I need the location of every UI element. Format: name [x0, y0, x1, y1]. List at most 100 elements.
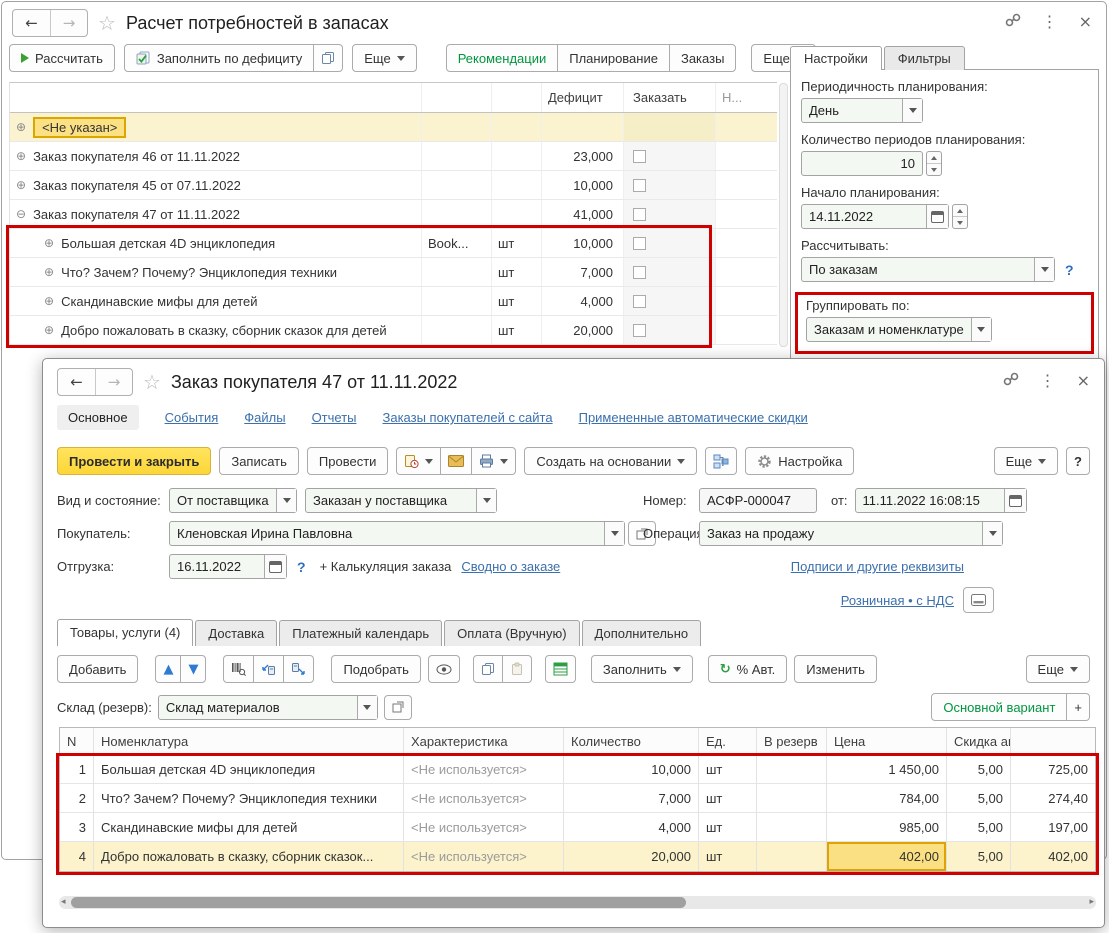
expand-icon[interactable]: ⊕	[44, 294, 54, 308]
barcode-scan-button[interactable]	[223, 655, 254, 683]
structure-report-button[interactable]	[705, 447, 737, 475]
period-count-stepper[interactable]	[926, 151, 942, 176]
add-variant-button[interactable]: +	[1066, 693, 1090, 721]
post-button[interactable]: Провести	[307, 447, 389, 475]
order-summary-link[interactable]: Сводно о заказе	[461, 559, 560, 574]
expand-icon[interactable]: ⊕	[44, 236, 54, 250]
forward-button[interactable]: →	[95, 369, 132, 395]
expand-icon[interactable]: ⊕	[44, 265, 54, 279]
order-calculation-expander[interactable]: + Калькуляция заказа	[320, 559, 452, 574]
column-reserve[interactable]: В резерв	[757, 728, 827, 754]
expand-icon[interactable]: ⊕	[44, 323, 54, 337]
shipment-date-input[interactable]: 16.11.2022	[169, 554, 287, 579]
chevron-down-icon[interactable]	[476, 489, 496, 512]
selected-cell[interactable]: 402,00	[827, 842, 947, 871]
price-type-link[interactable]: Розничная • с НДС	[841, 593, 954, 608]
table-row[interactable]: ⊕Заказ покупателя 45 от 07.11.2022 10,00…	[10, 171, 777, 200]
table-row[interactable]: 1 Большая детская 4D энциклопедия <Не ис…	[60, 755, 1095, 784]
fill-menu-button[interactable]: Заполнить	[591, 655, 693, 683]
tab-goods-services[interactable]: Товары, услуги (4)	[57, 619, 193, 646]
more-button[interactable]: Еще	[994, 447, 1058, 475]
settings-button[interactable]: Настройка	[745, 447, 854, 475]
nav-site-orders[interactable]: Заказы покупателей с сайта	[383, 410, 553, 425]
paste-rows-button[interactable]	[502, 655, 532, 683]
create-based-on-button[interactable]: Создать на основании	[524, 447, 697, 475]
get-link-icon[interactable]	[1003, 371, 1019, 391]
start-date-input[interactable]: 14.11.2022	[801, 204, 949, 229]
view-tab-orders[interactable]: Заказы	[669, 44, 736, 72]
favorite-star-icon[interactable]: ☆	[143, 372, 161, 392]
collapse-icon[interactable]: ⊖	[16, 207, 26, 221]
column-nomenclature[interactable]: Номенклатура	[94, 728, 404, 754]
auto-discount-button[interactable]: ↻% Авт.	[708, 655, 788, 683]
table-row[interactable]: ⊕Скандинавские мифы для детей шт 4,000	[10, 287, 777, 316]
customer-select[interactable]: Кленовская Ирина Павловна	[169, 521, 625, 546]
send-email-button[interactable]	[440, 447, 472, 475]
chevron-down-icon[interactable]	[604, 522, 624, 545]
table-variant-button[interactable]: Основной вариант	[931, 693, 1067, 721]
order-checkbox[interactable]	[633, 266, 646, 279]
calendar-icon[interactable]	[264, 555, 286, 578]
print-button[interactable]	[471, 447, 516, 475]
expand-icon[interactable]: ⊕	[16, 178, 26, 192]
nav-main[interactable]: Основное	[57, 405, 139, 430]
tab-filters[interactable]: Фильтры	[884, 46, 965, 70]
save-button[interactable]: Записать	[219, 447, 299, 475]
column-n[interactable]: N	[60, 728, 94, 754]
column-discount-sum[interactable]	[1011, 728, 1095, 754]
table-row-selected[interactable]: 4 Добро пожаловать в сказку, сборник ска…	[60, 842, 1095, 871]
nav-reports[interactable]: Отчеты	[312, 410, 357, 425]
items-more-button[interactable]: Еще	[1026, 655, 1090, 683]
order-checkbox[interactable]	[633, 237, 646, 250]
period-select[interactable]: День	[801, 98, 923, 123]
more-menu-icon[interactable]: ⋮	[1042, 14, 1058, 30]
table-row[interactable]: ⊕<Не указан>	[10, 113, 777, 142]
column-unit[interactable]: Ед.	[699, 728, 757, 754]
tab-settings[interactable]: Настройки	[790, 46, 882, 70]
column-characteristic[interactable]: Характеристика	[404, 728, 564, 754]
table-row[interactable]: 2 Что? Зачем? Почему? Энциклопедия техни…	[60, 784, 1095, 813]
terminal-upload-button[interactable]	[253, 655, 284, 683]
chevron-down-icon[interactable]	[357, 696, 377, 719]
state-select[interactable]: Заказан у поставщика	[305, 488, 497, 513]
help-icon[interactable]: ?	[297, 559, 306, 575]
order-checkbox[interactable]	[633, 208, 646, 221]
chevron-down-icon[interactable]	[982, 522, 1002, 545]
column-auto-discount[interactable]: Скидка авт.	[947, 728, 1011, 754]
chevron-down-icon[interactable]	[971, 318, 991, 341]
nav-files[interactable]: Файлы	[244, 410, 285, 425]
more-menu-icon[interactable]: ⋮	[1040, 373, 1056, 389]
start-date-stepper[interactable]	[952, 204, 968, 229]
order-checkbox[interactable]	[633, 150, 646, 163]
operation-select[interactable]: Заказ на продажу	[699, 521, 1003, 546]
order-checkbox[interactable]	[633, 295, 646, 308]
table-row[interactable]: ⊖Заказ покупателя 47 от 11.11.2022 41,00…	[10, 200, 777, 229]
chevron-down-icon[interactable]	[276, 489, 296, 512]
calculate-button[interactable]: Рассчитать	[9, 44, 115, 72]
chevron-down-icon[interactable]	[1034, 258, 1054, 281]
calendar-icon[interactable]	[926, 205, 948, 228]
column-price[interactable]: Цена	[827, 728, 947, 754]
fill-table-button[interactable]	[545, 655, 576, 683]
help-button[interactable]: ?	[1066, 447, 1090, 475]
back-button[interactable]: ←	[13, 10, 50, 36]
column-deficit[interactable]: Дефицит	[542, 83, 624, 112]
period-count-input[interactable]: 10	[801, 151, 923, 176]
order-checkbox[interactable]	[633, 179, 646, 192]
signatures-requisites-link[interactable]: Подписи и другие реквизиты	[791, 559, 964, 574]
pick-items-button[interactable]: Подобрать	[331, 655, 420, 683]
open-warehouse-button[interactable]	[384, 695, 412, 720]
fill-by-deficit-button[interactable]: Заполнить по дефициту	[124, 44, 314, 72]
calc-mode-select[interactable]: По заказам	[801, 257, 1055, 282]
tab-delivery[interactable]: Доставка	[195, 620, 277, 646]
tab-payment-manual[interactable]: Оплата (Вручную)	[444, 620, 579, 646]
price-calc-button[interactable]	[963, 587, 994, 613]
table-row[interactable]: ⊕Заказ покупателя 46 от 11.11.2022 23,00…	[10, 142, 777, 171]
warehouse-select[interactable]: Склад материалов	[158, 695, 378, 720]
datetime-input[interactable]: 11.11.2022 16:08:15	[855, 488, 1027, 513]
chevron-down-icon[interactable]	[902, 99, 922, 122]
forward-button[interactable]: →	[50, 10, 87, 36]
nav-events[interactable]: События	[165, 410, 219, 425]
terminal-download-button[interactable]	[283, 655, 314, 683]
expand-icon[interactable]: ⊕	[16, 120, 26, 134]
